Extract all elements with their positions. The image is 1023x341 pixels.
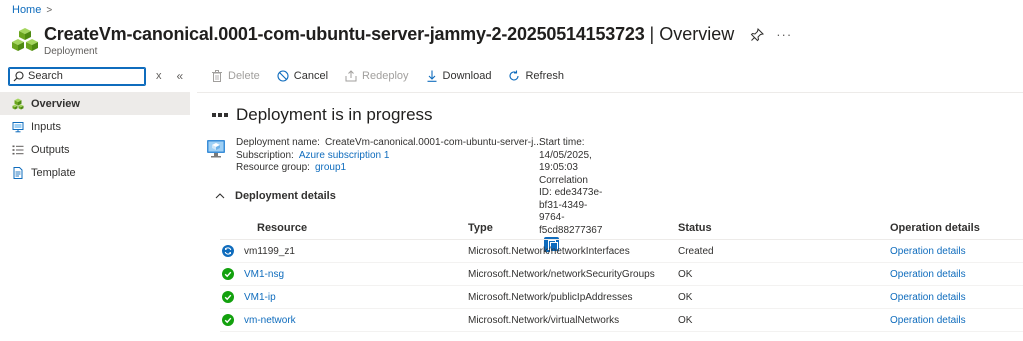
search-icon [13, 70, 24, 81]
deployment-status: Deployment is in progress [212, 105, 433, 125]
in-progress-sync-icon [222, 245, 234, 257]
download-button[interactable]: Download [426, 70, 491, 82]
deployment-name-label: Deployment name: [236, 137, 320, 148]
column-header-resource: Resource [257, 222, 308, 234]
breadcrumb-home-link[interactable]: Home [12, 4, 41, 16]
status-heading: Deployment is in progress [236, 105, 433, 124]
menu-search-box[interactable] [8, 66, 146, 86]
deployment-details-table: Resource Type Status Operation details v… [220, 217, 1023, 332]
resource-link[interactable]: vm-network [244, 315, 296, 326]
operation-details-link[interactable]: Operation details [890, 246, 1023, 257]
resource-link[interactable]: VM1-ip [244, 292, 276, 303]
operation-details-link[interactable]: Operation details [890, 315, 1023, 326]
nav-item-template[interactable]: Template [0, 161, 190, 184]
resource-status: OK [678, 314, 693, 326]
success-check-icon [222, 291, 234, 303]
clear-search-icon[interactable]: x [156, 70, 162, 82]
subscription-label: Subscription: [236, 149, 294, 161]
nav-item-overview[interactable]: Overview [0, 92, 190, 115]
operation-details-link[interactable]: Operation details [890, 269, 1023, 280]
delete-button[interactable]: Delete [211, 70, 260, 82]
nav-item-label: Inputs [31, 120, 61, 133]
table-row: VM1-ip Microsoft.Network/publicIpAddress… [220, 286, 1023, 309]
trash-icon [212, 70, 222, 82]
success-check-icon [222, 268, 234, 280]
breadcrumb-separator: > [46, 4, 53, 16]
chevron-up-icon [215, 193, 225, 199]
page-header: CreateVm-canonical.0001-com-ubuntu-serve… [12, 24, 792, 57]
refresh-button[interactable]: Refresh [508, 70, 564, 82]
nav-item-label: Outputs [31, 143, 70, 156]
breadcrumb: Home > [12, 4, 52, 16]
menu-search-input[interactable] [28, 70, 138, 82]
overview-icon [12, 98, 24, 109]
nav-item-outputs[interactable]: Outputs [0, 138, 190, 161]
resource-status: OK [678, 268, 693, 280]
resource-group-link[interactable]: group1 [315, 162, 346, 173]
page-section: Overview [659, 24, 735, 44]
nav-item-inputs[interactable]: Inputs [0, 115, 190, 138]
deployment-details-heading: Deployment details [235, 190, 336, 202]
redeploy-button[interactable]: Redeploy [345, 70, 409, 82]
deployment-name-value: CreateVm-canonical.0001-com-ubuntu-serve… [324, 137, 542, 148]
table-row: vm-network Microsoft.Network/virtualNetw… [220, 309, 1023, 332]
resource-type: Microsoft.Network/publicIpAddresses [468, 291, 633, 303]
resource-status: OK [678, 291, 693, 303]
resource-type: Microsoft.Network/networkInterfaces [468, 245, 630, 257]
toolbar-divider [197, 92, 1023, 93]
download-icon [427, 70, 437, 82]
resource-type: Microsoft.Network/virtualNetworks [468, 314, 620, 326]
success-check-icon [222, 314, 234, 326]
table-header: Resource Type Status Operation details [220, 217, 1023, 240]
start-time-label: Start time: [539, 137, 585, 148]
pin-icon[interactable] [750, 27, 765, 42]
page-title: CreateVm-canonical.0001-com-ubuntu-serve… [44, 24, 645, 44]
title-separator: | [649, 24, 655, 44]
refresh-icon [509, 70, 520, 81]
menu-search-row: x « [8, 66, 190, 86]
column-header-status: Status [678, 222, 712, 234]
essentials-panel: Deployment name: CreateVm-canonical.0001-… [206, 137, 602, 252]
page-subtitle: Deployment [44, 46, 98, 57]
nav-item-label: Overview [31, 97, 80, 110]
inputs-icon [12, 121, 24, 132]
collapse-menu-icon[interactable]: « [177, 69, 184, 83]
resource-link[interactable]: VM1-nsg [244, 269, 284, 280]
cancel-icon [277, 70, 289, 82]
column-header-type: Type [468, 222, 493, 234]
outputs-icon [12, 145, 24, 154]
more-options-icon[interactable]: ··· [776, 27, 792, 42]
table-row: VM1-nsg Microsoft.Network/networkSecurit… [220, 263, 1023, 286]
monitor-deployment-icon [207, 140, 225, 158]
cancel-button[interactable]: Cancel [277, 70, 328, 82]
resource-group-label: Resource group: [236, 162, 310, 173]
column-header-operation-details: Operation details [890, 222, 980, 234]
table-row: vm1199_z1 Microsoft.Network/networkInter… [220, 240, 1023, 263]
start-time-value: 14/05/2025, 19:05:03 [539, 149, 592, 174]
resource-status: Created [678, 245, 714, 257]
subscription-link[interactable]: Azure subscription 1 [299, 150, 390, 161]
operation-details-link[interactable]: Operation details [890, 292, 1023, 303]
resource-type: Microsoft.Network/networkSecurityGroups [468, 268, 655, 280]
resource-menu: x « Overview Input [0, 66, 190, 184]
deployment-cubes-icon [12, 28, 38, 51]
resource-name: vm1199_z1 [244, 245, 295, 257]
template-icon [13, 166, 23, 179]
upload-icon [345, 70, 357, 82]
in-progress-icon [212, 113, 228, 117]
deployment-details-toggle[interactable]: Deployment details [215, 190, 336, 202]
command-bar: Delete Cancel Redeploy Download Refresh [211, 70, 564, 82]
nav-item-label: Template [31, 166, 76, 179]
